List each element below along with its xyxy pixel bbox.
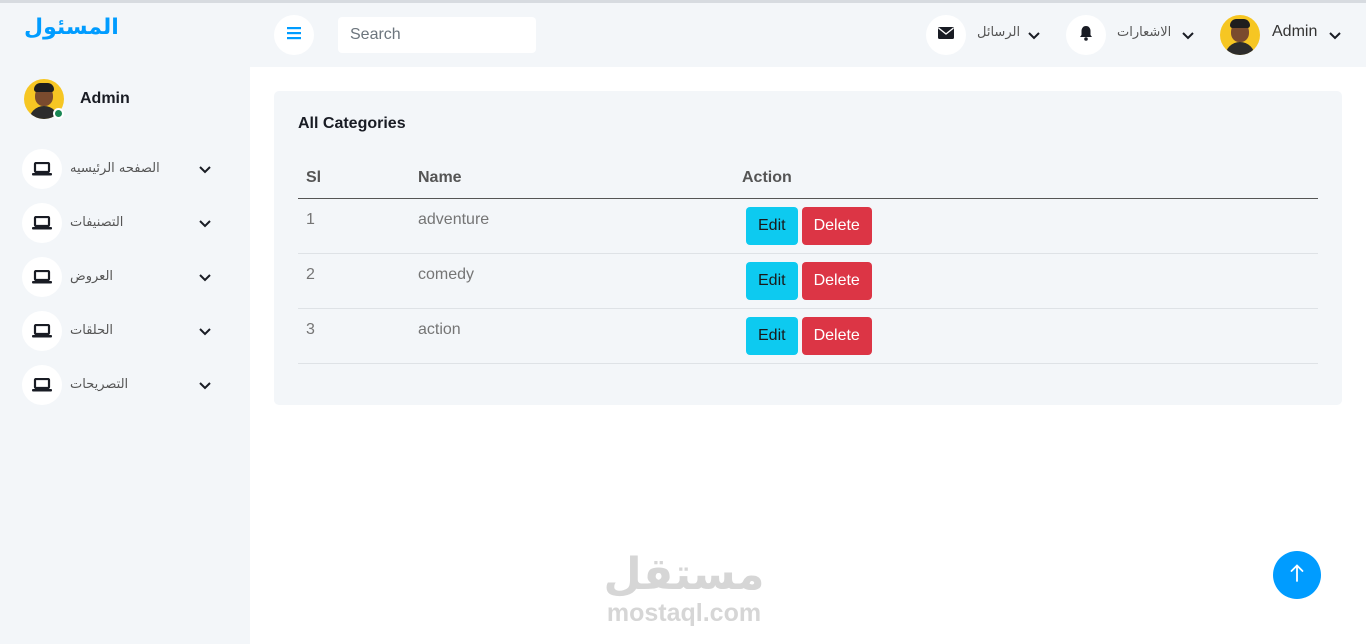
column-header-name: Name [410, 157, 734, 199]
edit-button[interactable]: Edit [746, 207, 798, 245]
menu-icon [286, 26, 302, 45]
delete-button[interactable]: Delete [801, 317, 872, 355]
cell-actions: Edit Delete [734, 308, 1318, 364]
sidebar-item-label: الحلقات [70, 323, 114, 338]
chevron-down-icon [198, 162, 212, 181]
cell-actions: Edit Delete [734, 198, 1318, 254]
search-input[interactable] [338, 17, 536, 53]
categories-card: All Categories Sl Name Action 1 adventur… [274, 91, 1342, 405]
table-row: 2 comedy Edit Delete [298, 253, 1318, 309]
table-row: 3 action Edit Delete [298, 308, 1318, 364]
messages-button[interactable] [926, 15, 966, 55]
back-to-top-button[interactable] [1273, 551, 1321, 599]
user-menu-label[interactable]: Admin [1272, 23, 1317, 41]
brand-logo[interactable]: المسئول [24, 15, 119, 40]
laptop-icon [22, 203, 62, 243]
watermark-latin: mostaql.com [606, 599, 762, 627]
table-header-row: Sl Name Action [298, 157, 1318, 199]
laptop-icon [22, 311, 62, 351]
sidebar-item-shows[interactable]: العروض [22, 257, 222, 311]
laptop-icon [22, 365, 62, 405]
envelope-icon [938, 26, 954, 44]
sidebar-toggle-button[interactable] [274, 15, 314, 55]
sidebar-item-label: التصنيفات [70, 215, 124, 230]
arrow-up-icon [1289, 563, 1305, 588]
messages-label[interactable]: الرسائل [977, 25, 1020, 40]
sidebar-item-home[interactable]: الصفحه الرئيسيه [22, 149, 222, 203]
chevron-down-icon [198, 378, 212, 397]
chevron-down-icon[interactable] [1027, 28, 1041, 47]
sidebar-item-label: الصفحه الرئيسيه [70, 161, 160, 176]
sidebar: المسئول Admin الصفحه الرئيسيه التصنيفات [0, 3, 250, 644]
online-status-dot [53, 108, 64, 119]
laptop-icon [22, 149, 62, 189]
cell-actions: Edit Delete [734, 253, 1318, 309]
column-header-sl: Sl [298, 157, 410, 199]
card-title: All Categories [298, 115, 406, 132]
mostaql-watermark: مستقل mostaql.com [598, 549, 770, 627]
profile-name: Admin [80, 90, 130, 107]
delete-button[interactable]: Delete [801, 207, 872, 245]
column-header-action: Action [734, 157, 1318, 199]
table-row: 1 adventure Edit Delete [298, 198, 1318, 254]
cell-name: action [410, 308, 734, 364]
chevron-down-icon [198, 324, 212, 343]
cell-sl: 3 [298, 308, 410, 364]
sidebar-item-label: التصريحات [70, 377, 129, 392]
sidebar-item-episodes[interactable]: الحلقات [22, 311, 222, 365]
chevron-down-icon[interactable] [1328, 28, 1342, 47]
chevron-down-icon[interactable] [1181, 28, 1195, 47]
watermark-arabic: مستقل [603, 549, 765, 600]
categories-table: Sl Name Action 1 adventure Edit Delete 2 … [298, 157, 1318, 364]
notifications-label[interactable]: الاشعارات [1117, 25, 1171, 40]
top-navbar: الرسائل الاشعارات Admin [250, 3, 1366, 67]
sidebar-avatar [24, 79, 64, 119]
sidebar-nav: الصفحه الرئيسيه التصنيفات العروض الحلقات… [22, 149, 222, 419]
chevron-down-icon [198, 216, 212, 235]
sidebar-item-categories[interactable]: التصنيفات [22, 203, 222, 257]
sidebar-profile: Admin [24, 79, 234, 119]
sidebar-item-label: العروض [70, 269, 114, 284]
laptop-icon [22, 257, 62, 297]
notifications-button[interactable] [1066, 15, 1106, 55]
header-avatar[interactable] [1220, 15, 1260, 55]
delete-button[interactable]: Delete [801, 262, 872, 300]
cell-name: adventure [410, 198, 734, 254]
chevron-down-icon [198, 270, 212, 289]
sidebar-item-permits[interactable]: التصريحات [22, 365, 222, 419]
cell-sl: 1 [298, 198, 410, 254]
cell-name: comedy [410, 253, 734, 309]
edit-button[interactable]: Edit [746, 317, 798, 355]
edit-button[interactable]: Edit [746, 262, 798, 300]
cell-sl: 2 [298, 253, 410, 309]
bell-icon [1079, 25, 1093, 46]
